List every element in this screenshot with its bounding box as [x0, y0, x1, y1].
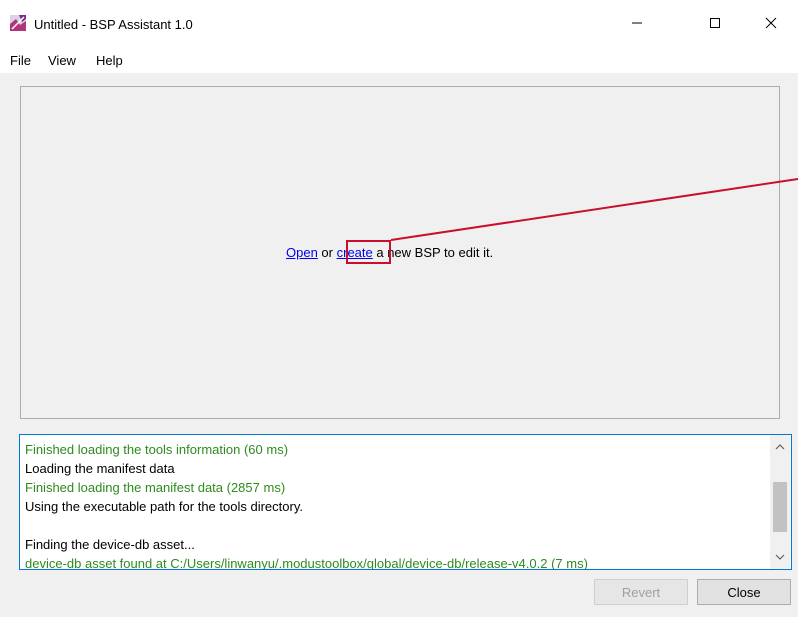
log-panel[interactable]: Finished loading the tools information (…: [19, 434, 792, 570]
close-icon: [765, 17, 777, 29]
open-link[interactable]: Open: [286, 245, 318, 260]
menu-help[interactable]: Help: [96, 53, 123, 68]
log-line: Loading the manifest data: [25, 461, 175, 476]
menu-view[interactable]: View: [48, 53, 76, 68]
close-button[interactable]: Close: [697, 579, 791, 605]
minimize-button[interactable]: [614, 0, 660, 46]
menu-file[interactable]: File: [10, 53, 31, 68]
or-text: or: [317, 245, 337, 260]
log-line: Finished loading the manifest data (2857…: [25, 480, 286, 495]
log-line: Using the executable path for the tools …: [25, 499, 303, 514]
scroll-thumb[interactable]: [773, 482, 787, 532]
log-line: device-db asset found at C:/Users/linwan…: [25, 556, 588, 570]
minimize-icon: [632, 22, 642, 24]
close-window-button[interactable]: [748, 0, 794, 46]
log-line: Finished loading the tools information (…: [25, 442, 289, 457]
log-scrollbar[interactable]: [770, 435, 790, 569]
create-link[interactable]: create: [337, 245, 373, 260]
chevron-up-icon: [775, 444, 785, 450]
app-icon: [10, 15, 26, 31]
maximize-icon: [710, 18, 720, 28]
scroll-down-button[interactable]: [770, 547, 790, 567]
open-create-prompt: Open or create a new BSP to edit it.: [286, 245, 493, 260]
chevron-down-icon: [775, 554, 785, 560]
scroll-up-button[interactable]: [770, 437, 790, 457]
prompt-rest-text: a new BSP to edit it.: [372, 245, 494, 260]
maximize-button[interactable]: [692, 0, 738, 46]
log-lines: Finished loading the tools information (…: [25, 440, 765, 570]
menu-bar: File View Help: [0, 46, 798, 73]
revert-button[interactable]: Revert: [594, 579, 688, 605]
window-title: Untitled - BSP Assistant 1.0: [34, 17, 193, 32]
log-line: Finding the device-db asset...: [25, 537, 195, 552]
title-bar: Untitled - BSP Assistant 1.0: [0, 0, 798, 46]
